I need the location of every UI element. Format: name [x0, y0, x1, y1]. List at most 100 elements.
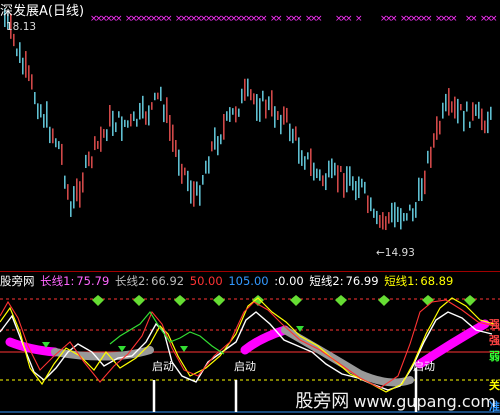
launch-label-1: 启动 [152, 360, 174, 373]
candle [124, 119, 126, 127]
candle [163, 104, 165, 123]
candle [145, 111, 147, 125]
candle [154, 92, 156, 101]
chart-title: 深发展A(日线) [0, 4, 85, 19]
candle [412, 208, 414, 222]
candle [304, 156, 306, 170]
candle [88, 151, 90, 167]
long-line-2-value: 66.92 [151, 274, 185, 288]
indicator-header: 股旁网 长线1: 75.79 长线2: 66.92 50.00 105.00 :0.… [0, 273, 455, 289]
candle [283, 106, 285, 125]
candle [19, 42, 21, 63]
candle [301, 150, 303, 166]
candle [466, 101, 468, 112]
candle [259, 98, 261, 122]
candle [280, 114, 282, 135]
candle [319, 169, 321, 181]
candle [40, 104, 42, 118]
candle [220, 134, 222, 145]
candle [418, 177, 420, 201]
candle [460, 104, 462, 111]
candle [151, 102, 153, 110]
candle [295, 126, 297, 141]
candle [337, 165, 339, 193]
candle [28, 65, 30, 82]
candlestick-chart[interactable]: ×××××× ××××××××× ×××××××××××××××××× ×× ××× ××… [0, 0, 500, 272]
candle [472, 102, 474, 121]
candle [256, 94, 258, 121]
candle [436, 116, 438, 140]
candle [451, 101, 453, 113]
diamond-icon [335, 295, 347, 306]
candle [391, 202, 393, 223]
candle [346, 166, 348, 193]
candle [490, 106, 492, 120]
candle [406, 213, 408, 221]
candle [67, 184, 69, 200]
diamond-icon [378, 295, 390, 306]
candle [247, 78, 249, 97]
candle [142, 95, 144, 119]
candle [340, 165, 342, 173]
candle [442, 102, 444, 119]
candle [424, 170, 426, 195]
candle [157, 92, 159, 100]
indicator-panel[interactable]: 股旁网 长线1: 75.79 长线2: 66.92 50.00 105.00 :0.… [0, 272, 500, 415]
candle [364, 181, 366, 194]
level-50-value: 50.00 [189, 274, 223, 288]
candle [298, 137, 300, 164]
candle [169, 115, 171, 141]
candle [463, 110, 465, 132]
candle [382, 212, 384, 230]
short-line-2-label: 短线2: [309, 274, 344, 288]
short-line-2-value: 76.99 [345, 274, 379, 288]
candle [334, 162, 336, 176]
candle [307, 152, 309, 160]
candle [445, 93, 447, 112]
price-chart-panel[interactable]: × × × × × × × × × × × × × × × × × × × × × × × × × × × × × × × × × × × × × × × ×… [0, 0, 500, 272]
candle [211, 141, 213, 152]
candle [454, 96, 456, 119]
candle [82, 172, 84, 193]
candle [289, 123, 291, 142]
diamond-icon [290, 295, 302, 306]
watermark-brand: 股旁网 [295, 391, 350, 412]
candle [244, 78, 246, 101]
signal-marker: × [165, 14, 173, 24]
candle [373, 208, 375, 218]
down-arrow-icon [118, 346, 126, 352]
candle [331, 158, 333, 179]
candle [199, 185, 201, 206]
candle [469, 121, 471, 128]
candle [70, 201, 72, 217]
candle [208, 156, 210, 174]
diamond-icon [92, 295, 104, 306]
candle [79, 181, 81, 208]
indicator-name: 股旁网 [0, 274, 35, 288]
diamond-icon [133, 295, 145, 306]
low-price-label: ←14.93 [376, 247, 415, 259]
signal-marker: × [355, 14, 363, 24]
candle [91, 156, 93, 169]
candle [316, 168, 318, 179]
candle [61, 143, 63, 165]
candle [358, 176, 360, 199]
candle [274, 106, 276, 128]
candle [475, 104, 477, 116]
candle [226, 111, 228, 121]
candle [118, 111, 120, 118]
candle [178, 149, 180, 176]
candle [487, 111, 489, 134]
down-arrow-icon [296, 326, 304, 332]
candle [46, 101, 48, 128]
candle [112, 110, 114, 136]
signal-marker: × [345, 14, 353, 24]
candle [355, 181, 357, 201]
candle [49, 126, 51, 144]
candle [217, 136, 219, 156]
diamond-icon [213, 295, 225, 306]
candle [97, 140, 99, 149]
candle [100, 126, 102, 152]
candle [193, 181, 195, 207]
watermark: 股旁网 www.gupang.com [295, 387, 496, 413]
